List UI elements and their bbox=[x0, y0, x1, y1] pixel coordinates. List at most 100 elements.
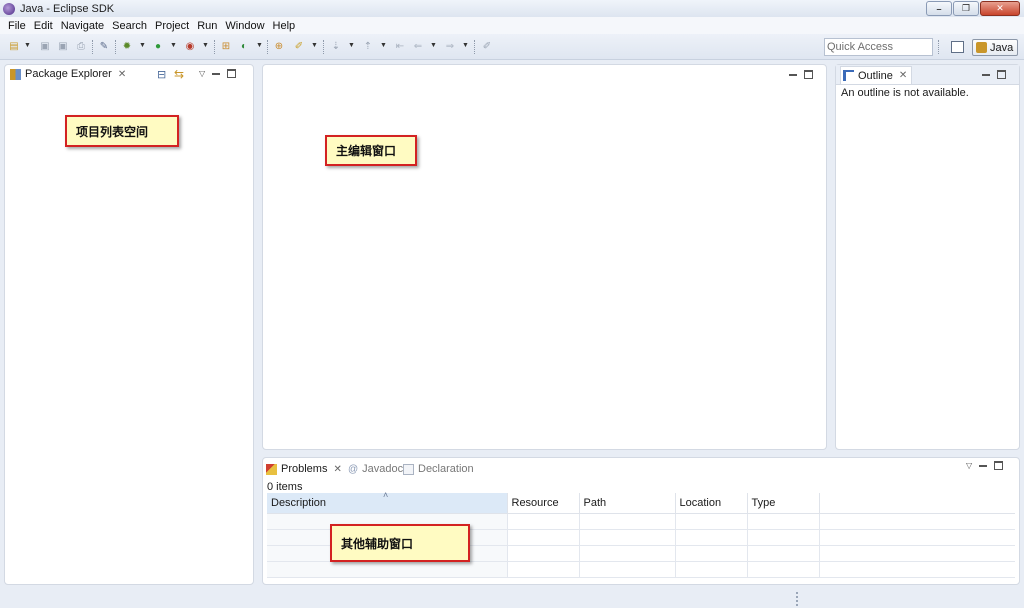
package-explorer-view-controls: ▽ bbox=[199, 69, 237, 78]
tab-javadoc[interactable]: @ Javadoc bbox=[348, 461, 403, 477]
forward-icon[interactable]: ⇒ bbox=[444, 41, 456, 53]
back-dropdown-icon[interactable]: ▼ bbox=[430, 42, 437, 49]
eclipse-logo-icon bbox=[3, 2, 15, 15]
close-icon[interactable]: ✕ bbox=[333, 464, 341, 475]
minimize-editor-icon[interactable] bbox=[789, 73, 797, 76]
status-bar bbox=[0, 588, 1024, 608]
external-tools-dropdown-icon[interactable]: ▼ bbox=[202, 42, 209, 49]
save-all-icon[interactable]: ▣ bbox=[57, 41, 69, 53]
collapse-all-icon[interactable]: ⊟ bbox=[157, 68, 166, 81]
package-explorer-tab[interactable]: Package Explorer ✕ bbox=[10, 68, 126, 80]
restore-button[interactable]: ❐ bbox=[953, 1, 979, 16]
package-explorer-label: Package Explorer bbox=[25, 68, 112, 80]
open-perspective-icon[interactable] bbox=[951, 41, 964, 53]
pin-editor-icon[interactable]: ✐ bbox=[481, 41, 493, 53]
toolbar-separator bbox=[214, 40, 215, 54]
toolbar-separator bbox=[938, 40, 939, 54]
menu-run[interactable]: Run bbox=[193, 20, 221, 32]
run-dropdown-icon[interactable]: ▼ bbox=[170, 42, 177, 49]
debug-icon[interactable]: ✹ bbox=[121, 41, 133, 53]
next-annotation-icon[interactable]: ⇣ bbox=[330, 41, 342, 53]
open-type-icon[interactable]: ⊕ bbox=[273, 41, 285, 53]
package-explorer-icon bbox=[10, 68, 21, 80]
bottom-panel-view-controls: ▽ bbox=[966, 461, 1004, 470]
outline-label: Outline bbox=[858, 69, 893, 82]
new-class-dropdown-icon[interactable]: ▼ bbox=[256, 42, 263, 49]
next-annotation-dropdown-icon[interactable]: ▼ bbox=[348, 42, 355, 49]
view-menu-icon[interactable]: ▽ bbox=[199, 69, 205, 78]
save-icon[interactable]: ▣ bbox=[39, 41, 51, 53]
toolbar-separator bbox=[92, 40, 93, 54]
tab-problems-label: Problems bbox=[281, 463, 328, 475]
maximize-view-icon[interactable] bbox=[227, 69, 237, 78]
menu-help[interactable]: Help bbox=[269, 20, 300, 32]
menu-edit[interactable]: Edit bbox=[30, 20, 57, 32]
search-icon[interactable]: ✐ bbox=[293, 41, 305, 53]
bottom-panel-annotation: 其他辅助窗口 bbox=[330, 524, 470, 562]
minimize-view-icon[interactable] bbox=[212, 72, 221, 75]
close-icon[interactable]: ✕ bbox=[118, 69, 126, 80]
column-filler bbox=[819, 493, 1015, 514]
external-tools-icon[interactable]: ◉ bbox=[184, 41, 196, 53]
java-perspective-button[interactable]: Java bbox=[972, 39, 1018, 56]
close-button[interactable]: ✕ bbox=[980, 1, 1020, 16]
column-type[interactable]: Type bbox=[747, 493, 820, 514]
editor-view-controls bbox=[789, 70, 813, 79]
java-perspective-icon bbox=[976, 42, 987, 53]
print-icon[interactable]: ⎙ bbox=[75, 41, 87, 53]
previous-annotation-dropdown-icon[interactable]: ▼ bbox=[380, 42, 387, 49]
previous-annotation-icon[interactable]: ⇡ bbox=[362, 41, 374, 53]
debug-dropdown-icon[interactable]: ▼ bbox=[139, 42, 146, 49]
minimize-button[interactable]: – bbox=[926, 1, 952, 16]
new-dropdown-icon[interactable]: ▼ bbox=[24, 42, 31, 49]
column-description[interactable]: Description ˄ bbox=[267, 490, 508, 514]
toggle-mark-icon[interactable]: ✎ bbox=[98, 41, 110, 53]
outline-tab[interactable]: Outline ✕ bbox=[840, 66, 913, 84]
outline-view-controls bbox=[982, 70, 1006, 79]
last-edit-icon[interactable]: ⇤ bbox=[394, 41, 406, 53]
link-with-editor-icon[interactable]: ⇆ bbox=[174, 67, 184, 81]
run-icon[interactable]: ● bbox=[152, 41, 164, 53]
title-bar: Java - Eclipse SDK – ❐ ✕ bbox=[0, 0, 1024, 17]
toolbar-separator bbox=[323, 40, 324, 54]
sort-ascending-icon: ˄ bbox=[383, 490, 389, 500]
new-icon[interactable]: ▤ bbox=[8, 41, 20, 53]
close-icon[interactable]: ✕ bbox=[899, 70, 907, 81]
table-row bbox=[267, 561, 1015, 578]
view-menu-icon[interactable]: ▽ bbox=[966, 461, 972, 470]
tab-problems[interactable]: Problems ✕ bbox=[266, 461, 346, 477]
toolbar-separator bbox=[115, 40, 116, 54]
outline-message: An outline is not available. bbox=[841, 87, 969, 99]
menu-bar: File Edit Navigate Search Project Run Wi… bbox=[0, 17, 1024, 34]
javadoc-icon: @ bbox=[348, 463, 359, 475]
search-dropdown-icon[interactable]: ▼ bbox=[311, 42, 318, 49]
minimize-view-icon[interactable] bbox=[982, 73, 990, 76]
declaration-icon bbox=[403, 463, 414, 475]
menu-navigate[interactable]: Navigate bbox=[57, 20, 108, 32]
window-controls: – ❐ ✕ bbox=[926, 1, 1020, 16]
java-perspective-label: Java bbox=[990, 41, 1014, 54]
maximize-view-icon[interactable] bbox=[994, 461, 1004, 470]
toolbar-separator bbox=[267, 40, 268, 54]
tab-declaration[interactable]: Declaration bbox=[403, 461, 474, 477]
editor-area[interactable] bbox=[262, 64, 827, 450]
minimize-view-icon[interactable] bbox=[979, 464, 988, 467]
new-java-class-icon[interactable]: ◐ bbox=[238, 41, 250, 53]
menu-search[interactable]: Search bbox=[108, 20, 151, 32]
forward-dropdown-icon[interactable]: ▼ bbox=[462, 42, 469, 49]
column-resource[interactable]: Resource bbox=[507, 493, 580, 514]
new-java-project-icon[interactable]: ⊞ bbox=[220, 41, 232, 53]
maximize-view-icon[interactable] bbox=[997, 70, 1006, 79]
quick-access-input[interactable]: Quick Access bbox=[824, 38, 933, 56]
menu-project[interactable]: Project bbox=[151, 20, 193, 32]
menu-file[interactable]: File bbox=[4, 20, 30, 32]
menu-window[interactable]: Window bbox=[221, 20, 268, 32]
status-bar-grip[interactable] bbox=[796, 592, 798, 606]
column-path[interactable]: Path bbox=[579, 493, 676, 514]
toolbar-separator bbox=[474, 40, 475, 54]
editor-annotation: 主编辑窗口 bbox=[325, 135, 417, 166]
back-icon[interactable]: ⇐ bbox=[412, 41, 424, 53]
problems-item-count: 0 items bbox=[267, 481, 303, 493]
column-location[interactable]: Location bbox=[675, 493, 748, 514]
maximize-editor-icon[interactable] bbox=[804, 70, 813, 79]
